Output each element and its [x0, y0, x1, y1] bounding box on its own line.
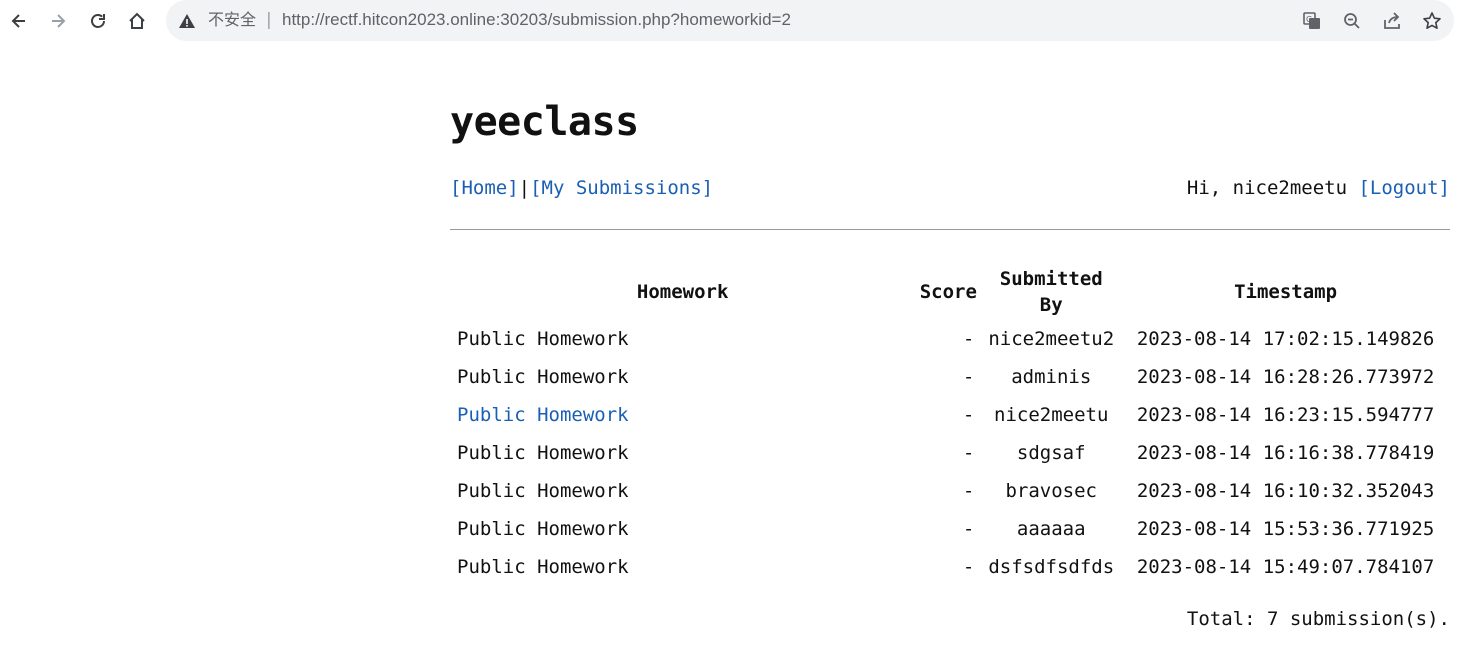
cell-submitted-by: adminis: [1011, 366, 1092, 388]
cell-score: -: [962, 518, 975, 540]
cell-homework: Public Homework: [457, 480, 629, 502]
cell-submitted-by: aaaaaa: [1016, 518, 1086, 540]
submissions-table: Homework Score Submitted By Timestamp Pu…: [450, 264, 1450, 586]
home-button[interactable]: [122, 6, 152, 36]
total-count: Total: 7 submission(s).: [1186, 608, 1450, 630]
cell-homework: Public Homework: [457, 328, 629, 350]
cell-submitted-by: sdgsaf: [1016, 442, 1086, 464]
zoom-out-icon: [1344, 13, 1360, 29]
cell-homework: Public Homework: [457, 556, 629, 578]
divider: [450, 229, 1450, 230]
share-button[interactable]: [1381, 10, 1403, 32]
zoom-button[interactable]: [1341, 10, 1363, 32]
my-submissions-link[interactable]: [My Submissions]: [530, 177, 713, 199]
table-row: Public Homework - nice2meetu2 2023-08-14 17…: [450, 320, 1450, 358]
table-header-row: Homework Score Submitted By Timestamp: [450, 264, 1450, 320]
arrow-left-icon: [11, 14, 25, 28]
user-box: Hi, nice2meetu [Logout]: [1187, 176, 1450, 200]
header-score: Score: [919, 281, 977, 303]
translate-icon: G: [1303, 12, 1320, 29]
url-text[interactable]: http://rectf.hitcon2023.online:30203/sub…: [282, 9, 791, 31]
cell-score: -: [962, 366, 975, 388]
cell-homework: Public Homework: [457, 518, 629, 540]
security-separator: |: [266, 10, 272, 30]
table-row: Public Homework - nice2meetu 2023-08-14 16:…: [450, 396, 1450, 434]
cell-submitted-by: nice2meetu2: [988, 328, 1115, 350]
browser-toolbar: 不安全 | http://rectf.hitcon2023.online:302…: [0, 0, 1467, 42]
greeting-text: Hi, nice2meetu: [1186, 177, 1359, 199]
nav-bar: [Home]|[My Submissions] Hi, nice2meetu […: [450, 176, 1450, 200]
cell-timestamp: 2023-08-14 16:10:32.352043: [1136, 480, 1435, 502]
table-body: Public Homework - nice2meetu2 2023-08-14 17…: [450, 320, 1450, 586]
homework-link[interactable]: Public Homework: [457, 404, 629, 426]
reload-icon: [91, 14, 105, 28]
warning-icon[interactable]: [178, 12, 196, 30]
cell-timestamp: 2023-08-14 17:02:15.149826: [1136, 328, 1435, 350]
cell-timestamp: 2023-08-14 16:16:38.778419: [1136, 442, 1435, 464]
address-bar[interactable]: 不安全 | http://rectf.hitcon2023.online:302…: [166, 0, 1454, 41]
table-row: Public Homework - dsfsdfsdfds 2023-08-14 15…: [450, 548, 1450, 586]
translate-button[interactable]: G: [1301, 10, 1323, 32]
header-homework: Homework: [636, 281, 729, 303]
svg-text:G: G: [1306, 15, 1312, 24]
cell-score: -: [962, 442, 975, 464]
nav-separator: |: [518, 177, 531, 199]
bookmark-button[interactable]: [1421, 10, 1443, 32]
cell-submitted-by: bravosec: [1005, 480, 1097, 502]
cell-score: -: [962, 480, 975, 502]
header-submitted-by: Submitted By: [999, 268, 1103, 316]
header-timestamp: Timestamp: [1234, 281, 1338, 303]
cell-submitted-by: dsfsdfsdfds: [988, 556, 1115, 578]
forward-button[interactable]: [43, 6, 73, 36]
logout-link[interactable]: [Logout]: [1358, 177, 1450, 199]
cell-timestamp: 2023-08-14 16:28:26.773972: [1136, 366, 1435, 388]
cell-score: -: [962, 556, 975, 578]
cell-homework: Public Homework: [457, 366, 629, 388]
share-icon: [1384, 12, 1400, 29]
cell-score: -: [962, 404, 975, 426]
table-row: Public Homework - adminis 2023-08-14 16:28:…: [450, 358, 1450, 396]
security-label[interactable]: 不安全: [208, 9, 256, 31]
cell-homework: Public Homework: [457, 442, 629, 464]
home-link[interactable]: [Home]: [450, 177, 519, 199]
table-row: Public Homework - aaaaaa 2023-08-14 15:53:3…: [450, 510, 1450, 548]
star-icon: [1423, 12, 1441, 29]
cell-timestamp: 2023-08-14 15:49:07.784107: [1136, 556, 1435, 578]
table-row: Public Homework - sdgsaf 2023-08-14 16:16:3…: [450, 434, 1450, 472]
cell-timestamp: 2023-08-14 15:53:36.771925: [1136, 518, 1435, 540]
home-icon: [129, 12, 145, 29]
site-title: yeeclass: [450, 99, 639, 145]
nav-links: [Home]|[My Submissions]: [450, 176, 713, 200]
cell-homework: Public Homework: [450, 396, 915, 434]
cell-timestamp: 2023-08-14 16:23:15.594777: [1136, 404, 1435, 426]
reload-button[interactable]: [83, 6, 113, 36]
arrow-right-icon: [52, 14, 66, 28]
table-row: Public Homework - bravosec 2023-08-14 16:10…: [450, 472, 1450, 510]
cell-submitted-by: nice2meetu: [994, 404, 1109, 426]
cell-score: -: [962, 328, 975, 350]
back-button[interactable]: [4, 6, 34, 36]
